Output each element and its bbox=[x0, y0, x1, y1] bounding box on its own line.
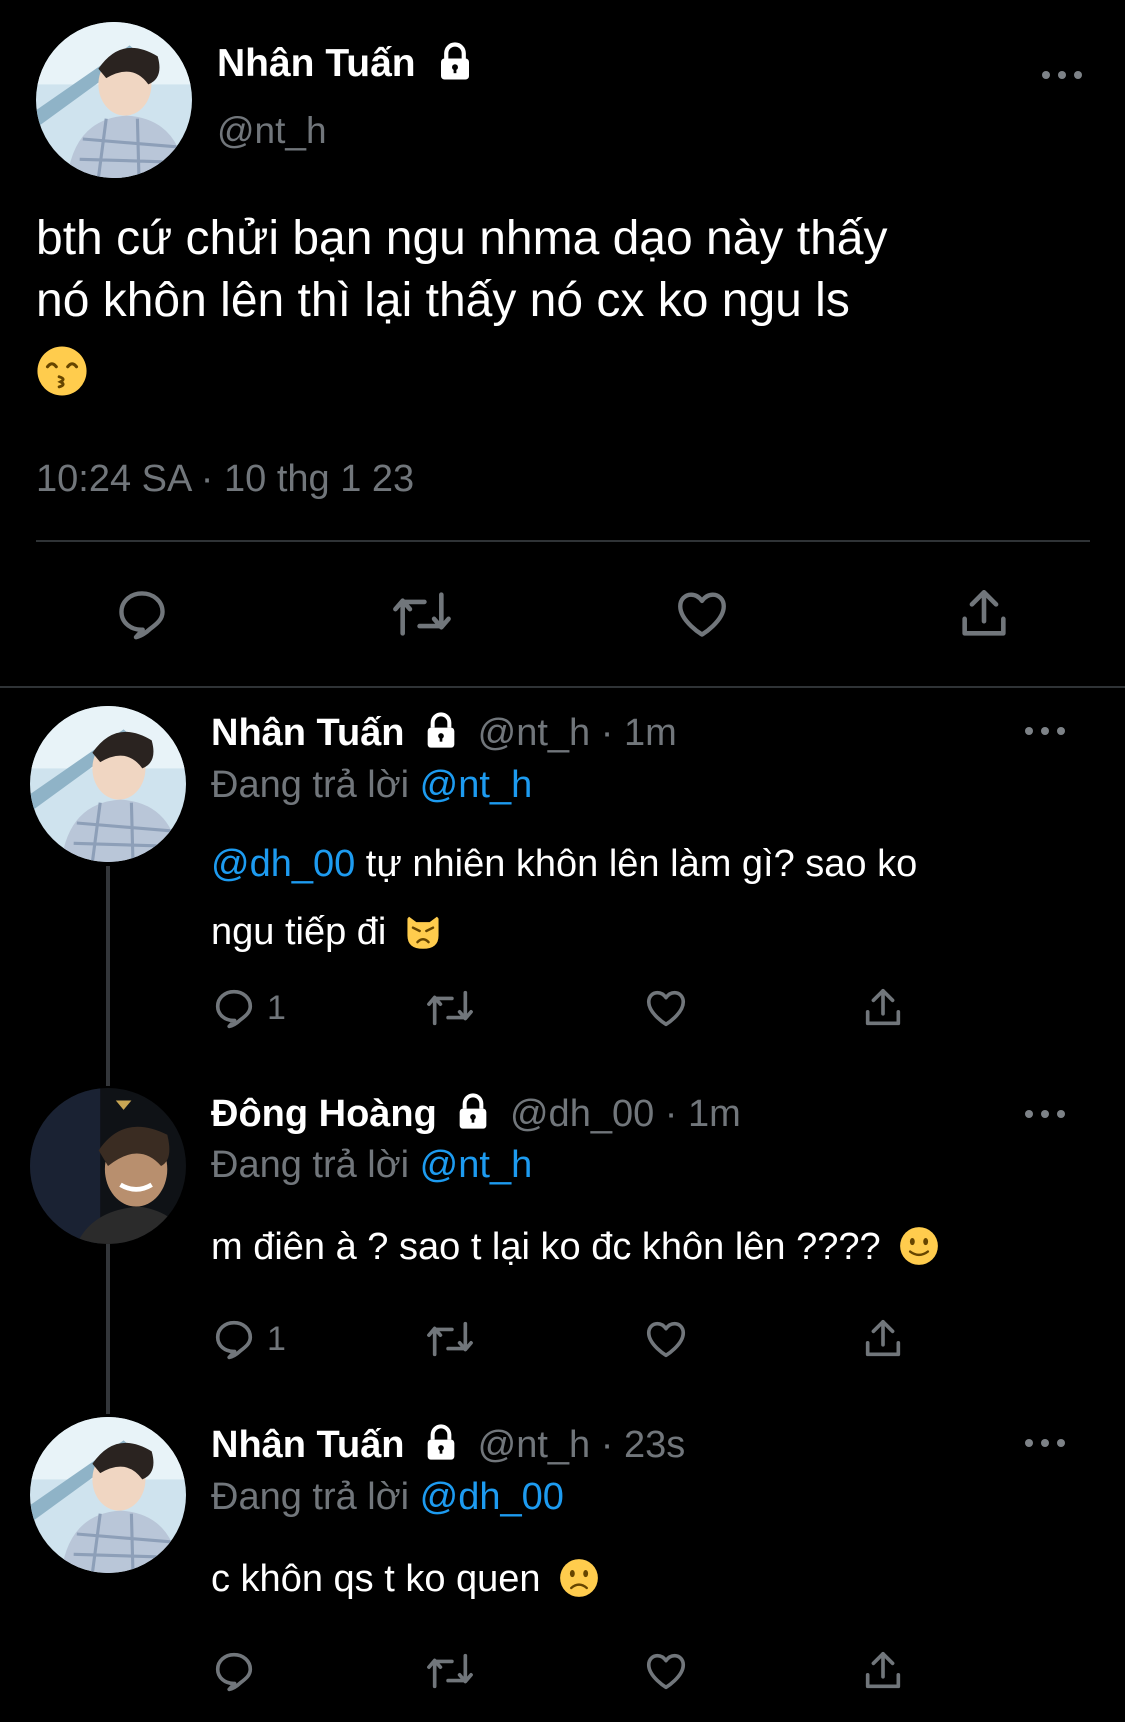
reply-icon bbox=[215, 989, 253, 1029]
heart-icon bbox=[646, 990, 686, 1027]
heart-icon bbox=[646, 1321, 686, 1358]
thread-line bbox=[106, 1244, 110, 1414]
tweet-text-line: bth cứ chửi bạn ngu nhma dạo này thấy bbox=[36, 212, 888, 265]
share-icon bbox=[865, 988, 901, 1026]
divider bbox=[36, 540, 1090, 542]
share-button[interactable] bbox=[955, 585, 1013, 643]
display-name[interactable]: Đông Hoàng bbox=[211, 1093, 437, 1135]
replying-to-label: Đang trả lời bbox=[211, 1144, 410, 1186]
slightly-smiling-face-emoji bbox=[900, 1227, 939, 1265]
reply-time[interactable]: · 23s bbox=[601, 1424, 685, 1466]
reply-button[interactable] bbox=[113, 585, 171, 643]
lock-icon bbox=[460, 1093, 487, 1129]
more-options-icon[interactable] bbox=[1025, 1107, 1065, 1121]
lock-icon bbox=[441, 42, 470, 80]
reply-text: m điên à ? sao t lại ko đc khôn lên ???? bbox=[211, 1226, 881, 1268]
avatar[interactable] bbox=[30, 1417, 186, 1573]
like-button[interactable] bbox=[643, 985, 689, 1031]
pouting-cat-emoji bbox=[407, 915, 439, 949]
share-icon bbox=[865, 1651, 901, 1689]
retweet-icon bbox=[427, 990, 473, 1026]
mention-link[interactable]: @dh_00 bbox=[211, 843, 355, 885]
replying-to-link[interactable]: @nt_h bbox=[420, 764, 533, 806]
reply-icon bbox=[119, 591, 165, 640]
reply-button[interactable] bbox=[211, 1648, 267, 1694]
retweet-button[interactable] bbox=[424, 1648, 476, 1694]
reply-count: 1 bbox=[267, 1319, 286, 1358]
more-options-icon[interactable] bbox=[1042, 68, 1082, 82]
display-name[interactable]: Nhân Tuấn bbox=[211, 1424, 405, 1466]
thread-line bbox=[106, 866, 110, 1086]
lock-icon bbox=[427, 1424, 455, 1460]
share-button[interactable] bbox=[860, 1648, 906, 1694]
retweet-icon bbox=[393, 592, 451, 636]
more-options-icon[interactable] bbox=[1025, 1436, 1065, 1450]
retweet-button[interactable] bbox=[424, 1316, 476, 1362]
reply-time[interactable]: · 1m bbox=[665, 1093, 741, 1135]
replying-to-link[interactable]: @dh_00 bbox=[420, 1476, 564, 1518]
reply-text: ngu tiếp đi bbox=[211, 911, 387, 953]
reply-icon bbox=[215, 1652, 253, 1692]
slightly-frowning-face-emoji bbox=[560, 1559, 599, 1597]
heart-icon bbox=[678, 592, 726, 637]
like-button[interactable] bbox=[673, 585, 731, 643]
replying-to-link[interactable]: @nt_h bbox=[420, 1144, 533, 1186]
reply-time[interactable]: · 1m bbox=[601, 712, 677, 754]
handle[interactable]: @nt_h bbox=[478, 1424, 591, 1466]
display-name[interactable]: Nhân Tuấn bbox=[211, 712, 405, 754]
reply-count: 1 bbox=[267, 988, 286, 1027]
reply-button[interactable]: 1 bbox=[211, 1316, 286, 1362]
avatar[interactable] bbox=[30, 1088, 186, 1244]
avatar[interactable] bbox=[30, 706, 186, 862]
retweet-icon bbox=[427, 1653, 473, 1689]
like-button[interactable] bbox=[643, 1316, 689, 1362]
more-options-icon[interactable] bbox=[1025, 724, 1065, 738]
share-button[interactable] bbox=[860, 1316, 906, 1362]
heart-icon bbox=[646, 1653, 686, 1690]
like-button[interactable] bbox=[643, 1648, 689, 1694]
tweet-timestamp[interactable]: 10:24 SA · 10 thg 1 23 bbox=[36, 458, 414, 501]
share-button[interactable] bbox=[860, 985, 906, 1031]
reply-icon bbox=[215, 1320, 253, 1360]
kissing-smiling-eyes-emoji bbox=[37, 346, 87, 396]
replying-to-label: Đang trả lời bbox=[211, 1476, 410, 1518]
display-name[interactable]: Nhân Tuấn bbox=[217, 42, 416, 85]
tweet-text: bth cứ chửi bạn ngu nhma dạo này thấy nó… bbox=[36, 208, 887, 400]
reply-button[interactable]: 1 bbox=[211, 985, 286, 1031]
tweet-text-line: nó khôn lên thì lại thấy nó cx ko ngu ls bbox=[36, 274, 850, 327]
handle[interactable]: @dh_00 bbox=[510, 1093, 654, 1135]
retweet-button[interactable] bbox=[390, 585, 454, 643]
reply-text: tự nhiên khôn lên làm gì? sao ko bbox=[355, 843, 918, 885]
share-icon bbox=[962, 589, 1006, 636]
replying-to-label: Đang trả lời bbox=[211, 764, 410, 806]
retweet-icon bbox=[427, 1321, 473, 1357]
lock-icon bbox=[427, 712, 455, 748]
avatar[interactable] bbox=[36, 22, 192, 178]
share-icon bbox=[865, 1319, 901, 1357]
divider bbox=[0, 686, 1125, 688]
handle[interactable]: @nt_h bbox=[478, 712, 591, 754]
reply-text: c khôn qs t ko quen bbox=[211, 1558, 541, 1600]
handle[interactable]: @nt_h bbox=[217, 110, 327, 152]
retweet-button[interactable] bbox=[424, 985, 476, 1031]
